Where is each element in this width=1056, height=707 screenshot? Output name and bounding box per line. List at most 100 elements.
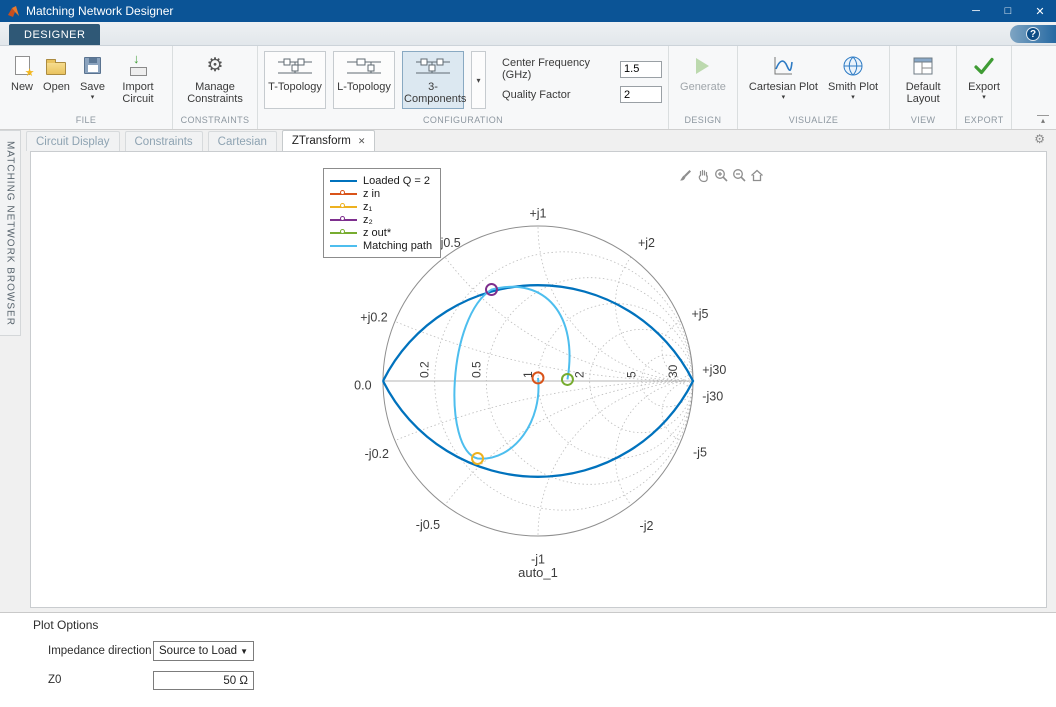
down-arrow-icon: ↓ [133, 50, 140, 66]
titlebar: Matching Network Designer ─ □ ✕ [0, 0, 1056, 22]
section-design: Generate DESIGN [669, 46, 738, 129]
gear-icon: ⚙ [206, 55, 224, 76]
browser-tab-label: MATCHING NETWORK BROWSER [4, 140, 16, 326]
legend-entry: z₁ [330, 200, 432, 213]
rim-label: +j0.2 [360, 310, 388, 324]
pan-icon[interactable] [694, 166, 711, 183]
center-frequency-label: Center Frequency (GHz) [502, 57, 591, 81]
tab-constraints[interactable]: Constraints [124, 131, 203, 151]
quality-factor-label: Quality Factor [502, 88, 571, 101]
maximize-button[interactable]: □ [992, 0, 1024, 22]
rim-label: +j30 [702, 363, 726, 377]
default-layout-button[interactable]: Default Layout [897, 51, 949, 108]
rim-label: 0.0 [354, 379, 371, 393]
section-visualize: Cartesian Plot ▾ Smith Plot ▾ VISUALIZE [738, 46, 891, 129]
section-label-view: VIEW [910, 115, 936, 125]
checkmark-icon [972, 53, 996, 78]
t-topology-toggle[interactable]: T-Topology [264, 51, 327, 109]
chevron-down-icon: ▼ [240, 646, 248, 656]
center-frequency-input[interactable] [620, 60, 663, 78]
help-icon: ? [1026, 27, 1040, 41]
ribbon-tabstrip: DESIGNER ? [0, 22, 1056, 46]
section-label-export: EXPORT [964, 115, 1004, 125]
axes-toolbar [676, 166, 765, 183]
legend-entry: z out* [330, 226, 432, 239]
play-icon [696, 57, 710, 74]
open-folder-icon [46, 58, 67, 75]
plot-legend[interactable]: Loaded Q = 2z in z₁ z₂ z out* Matching path [323, 168, 442, 258]
collapse-toolstrip-icon[interactable]: ▴ [1037, 115, 1049, 125]
quality-factor-input[interactable] [620, 86, 663, 103]
chevron-down-icon: ▾ [476, 75, 481, 85]
new-document-icon: ★ [14, 56, 35, 79]
toolstrip: ★ New Open Save ▾ ↓ Import Circuit FILE … [0, 46, 1056, 130]
brush-icon[interactable] [676, 166, 693, 183]
real-axis-tick: 5 [624, 371, 638, 378]
rim-label: +j1 [529, 207, 546, 221]
section-file: ★ New Open Save ▾ ↓ Import Circuit FILE [0, 46, 174, 129]
legend-label: z₂ [363, 213, 373, 226]
open-button[interactable]: Open [39, 51, 74, 95]
new-button[interactable]: ★ New [7, 51, 37, 95]
three-components-icon [414, 56, 452, 81]
section-export: Export ▾ EXPORT [957, 46, 1012, 129]
section-label-file: FILE [75, 115, 97, 125]
impedance-direction-select[interactable]: Source to Load ▼ [153, 641, 254, 661]
document-tabbar: Circuit Display Constraints Cartesian ZT… [26, 130, 1056, 151]
window-title: Matching Network Designer [26, 4, 174, 18]
import-icon: ↓ [128, 50, 148, 77]
close-button[interactable]: ✕ [1024, 0, 1056, 22]
real-axis-tick: 1 [521, 371, 535, 378]
save-icon [83, 57, 101, 74]
tab-ztransform[interactable]: ZTransform ✕ [281, 130, 376, 151]
smith-chart[interactable]: +j0.2+j0.5+j1+j2+j5+j30-j30-j5-j2-j1-j0.… [31, 152, 1046, 607]
real-axis-tick: 30 [666, 364, 680, 378]
chevron-down-icon: ▾ [851, 94, 855, 102]
smith-plot-button[interactable]: Smith Plot ▾ [824, 51, 882, 104]
save-button[interactable]: Save ▾ [76, 51, 109, 104]
help-button[interactable]: ? [1010, 25, 1056, 43]
legend-entry: z₂ [330, 213, 432, 226]
home-icon[interactable] [748, 166, 765, 183]
window-controls: ─ □ ✕ [960, 0, 1056, 22]
legend-swatch [330, 187, 357, 200]
z0-input[interactable] [153, 671, 254, 690]
zoom-out-icon[interactable] [730, 166, 747, 183]
rim-label: -j5 [693, 445, 707, 459]
import-circuit-button[interactable]: ↓ Import Circuit [111, 51, 165, 108]
l-topology-toggle[interactable]: L-Topology [333, 51, 396, 109]
legend-swatch [330, 174, 357, 187]
rim-label: -j0.5 [416, 518, 440, 532]
impedance-direction-value: Source to Load [159, 645, 238, 657]
minimize-button[interactable]: ─ [960, 0, 992, 22]
chevron-down-icon: ▾ [982, 94, 986, 102]
export-button[interactable]: Export ▾ [964, 51, 1004, 104]
tab-designer[interactable]: DESIGNER [9, 24, 101, 45]
section-label-constraints: CONSTRAINTS [180, 115, 250, 125]
zoom-in-icon[interactable] [712, 166, 729, 183]
legend-entry: z in [330, 187, 432, 200]
close-tab-icon[interactable]: ✕ [358, 136, 366, 147]
real-axis-tick: 0.5 [469, 361, 483, 378]
rim-label: -j0.2 [365, 447, 389, 461]
star-icon: ★ [24, 67, 35, 79]
legend-swatch [330, 226, 357, 239]
manage-constraints-button[interactable]: ⚙ Manage Constraints [180, 51, 250, 108]
generate-button[interactable]: Generate [676, 51, 730, 95]
tab-options-gear-icon[interactable]: ⚙ [1034, 133, 1045, 145]
real-axis-tick: 2 [573, 371, 587, 378]
topology-gallery-dropdown[interactable]: ▾ [471, 51, 487, 109]
section-label-design: DESIGN [684, 115, 722, 125]
rim-label: +j5 [691, 307, 708, 321]
section-constraints: ⚙ Manage Constraints CONSTRAINTS [173, 46, 259, 129]
section-label-configuration: CONFIGURATION [423, 115, 504, 125]
three-components-toggle[interactable]: 3-Components [402, 51, 466, 109]
cartesian-plot-button[interactable]: Cartesian Plot ▾ [745, 51, 822, 104]
layout-icon [911, 53, 935, 78]
legend-label: z₁ [363, 200, 373, 213]
matching-network-browser-tab[interactable]: MATCHING NETWORK BROWSER [0, 130, 21, 336]
main-area: MATCHING NETWORK BROWSER Circuit Display… [0, 130, 1056, 707]
tab-cartesian[interactable]: Cartesian [207, 131, 277, 151]
tab-circuit-display[interactable]: Circuit Display [26, 131, 120, 151]
legend-label: Loaded Q = 2 [363, 174, 430, 187]
